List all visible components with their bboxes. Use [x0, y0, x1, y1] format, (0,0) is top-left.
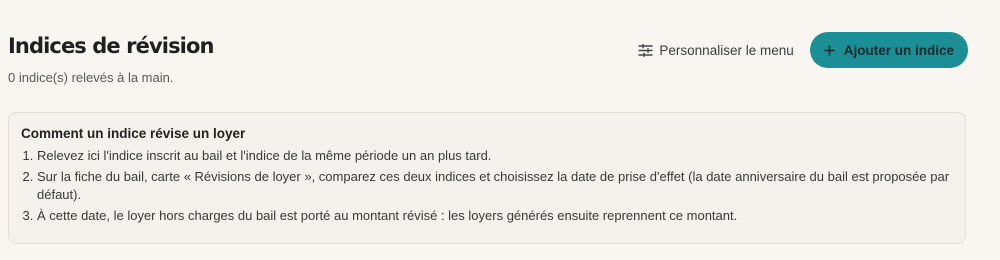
header-actions: Personnaliser le menu Ajouter un indice: [638, 32, 968, 68]
info-box: Comment un indice révise un loyer Releve…: [8, 112, 966, 244]
add-index-button[interactable]: Ajouter un indice: [809, 32, 968, 68]
customize-menu-label: Personnaliser le menu: [659, 42, 794, 58]
add-index-label: Ajouter un indice: [843, 42, 954, 58]
sliders-icon: [638, 43, 654, 57]
info-step: Sur la fiche du bail, carte « Révisions …: [37, 168, 953, 204]
page-header: Indices de révision 0 indice(s) relevés …: [8, 32, 968, 92]
info-title: Comment un indice révise un loyer: [21, 126, 246, 141]
customize-menu-button[interactable]: Personnaliser le menu: [638, 42, 794, 58]
info-steps: Relevez ici l'indice inscrit au bail et …: [21, 147, 953, 225]
plus-icon: [823, 44, 835, 56]
info-step: Relevez ici l'indice inscrit au bail et …: [37, 147, 953, 165]
page-subtitle: 0 indice(s) relevés à la main.: [8, 70, 174, 85]
info-step: À cette date, le loyer hors charges du b…: [37, 207, 953, 225]
page-title: Indices de révision: [8, 34, 214, 58]
